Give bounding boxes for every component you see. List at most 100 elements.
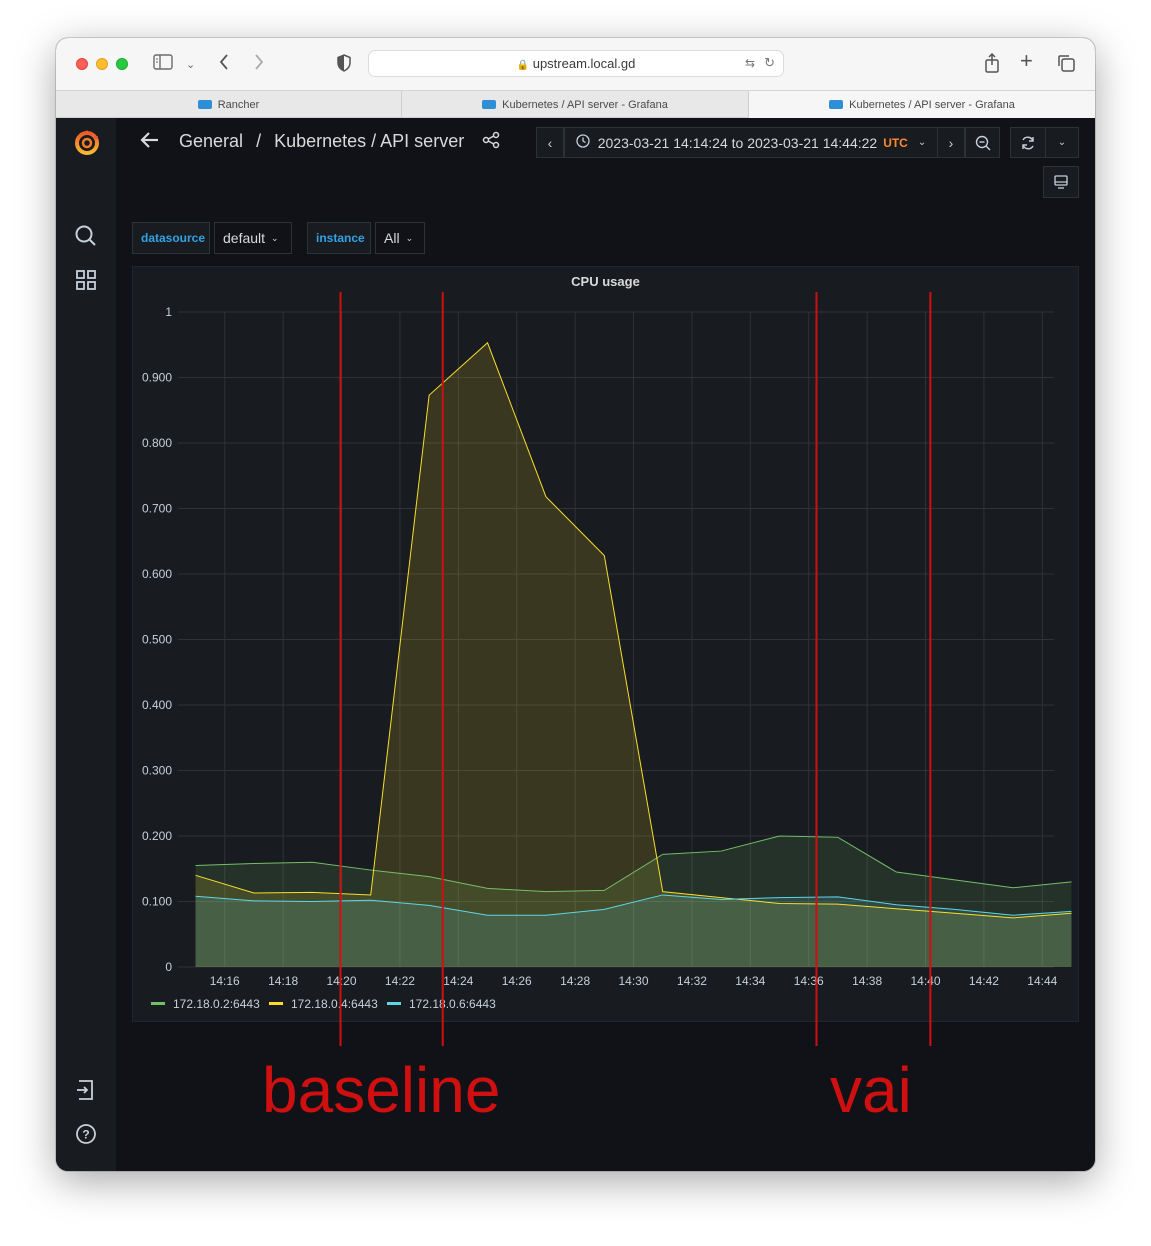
- y-tick-label: 1: [165, 305, 172, 319]
- chevron-down-icon: ⌄: [405, 232, 414, 243]
- rancher-logo-icon: [197, 100, 212, 109]
- lock-icon: 🔒: [516, 60, 530, 71]
- tv-mode-button[interactable]: [1043, 166, 1079, 198]
- browser-titlebar: ⌄ 🔒 upstream.local.gd ⇆ ↻ +: [56, 38, 1095, 90]
- y-tick-label: 0.700: [142, 502, 172, 516]
- legend-swatch: [151, 1002, 165, 1005]
- svg-text:?: ?: [82, 1128, 89, 1142]
- back-arrow-icon[interactable]: [140, 130, 160, 155]
- monitor-icon: [1054, 175, 1068, 189]
- x-tick-label: 14:18: [268, 974, 298, 988]
- chevron-down-icon: ⌄: [917, 137, 927, 148]
- x-tick-label: 14:40: [911, 974, 941, 988]
- address-bar[interactable]: 🔒 upstream.local.gd ⇆ ↻: [368, 50, 784, 77]
- var-value-text: default: [223, 230, 266, 246]
- x-tick-label: 14:36: [794, 974, 824, 988]
- rancher-logo-icon: [482, 100, 497, 109]
- translate-icon[interactable]: ⇆: [745, 56, 755, 70]
- timezone-badge: UTC: [883, 135, 908, 150]
- tab-grafana-2[interactable]: Kubernetes / API server - Grafana: [749, 91, 1095, 118]
- y-tick-label: 0.300: [142, 764, 172, 778]
- close-window-button[interactable]: [76, 58, 88, 70]
- x-tick-label: 14:32: [677, 974, 707, 988]
- share-icon[interactable]: [984, 52, 1000, 79]
- y-tick-label: 0.400: [142, 698, 172, 712]
- var-label-instance: instance: [307, 222, 371, 254]
- refresh-interval-dropdown[interactable]: ⌄: [1045, 127, 1079, 158]
- x-tick-label: 14:28: [560, 974, 590, 988]
- legend-label: 172.18.0.2:6443: [173, 997, 260, 1011]
- share-dashboard-icon[interactable]: [482, 131, 500, 154]
- breadcrumb-separator: /: [256, 131, 262, 151]
- var-select-instance[interactable]: All ⌄: [375, 222, 425, 254]
- grafana-app: ? General / Kubernetes / API server ‹ 20…: [56, 118, 1095, 1171]
- legend-label: 172.18.0.6:6443: [409, 997, 496, 1011]
- refresh-icon: [1022, 136, 1034, 149]
- legend-label: 172.18.0.4:6443: [291, 997, 378, 1011]
- new-tab-icon[interactable]: +: [1020, 50, 1033, 72]
- time-shift-back-button[interactable]: ‹: [536, 127, 564, 158]
- y-tick-label: 0.500: [142, 633, 172, 647]
- chevron-down-icon[interactable]: ⌄: [186, 55, 195, 75]
- y-tick-label: 0.100: [142, 895, 172, 909]
- var-value-text: All: [384, 230, 400, 246]
- legend-swatch: [269, 1002, 283, 1005]
- x-tick-label: 14:34: [735, 974, 765, 988]
- x-tick-label: 14:16: [210, 974, 240, 988]
- grafana-logo-icon[interactable]: [74, 128, 99, 155]
- rancher-logo-icon: [829, 100, 844, 109]
- y-tick-label: 0.600: [142, 567, 172, 581]
- var-label-datasource: datasource: [132, 222, 210, 254]
- dashboard-title[interactable]: Kubernetes / API server: [274, 131, 464, 151]
- y-tick-label: 0.200: [142, 829, 172, 843]
- tab-overview-icon[interactable]: [1057, 54, 1075, 78]
- y-tick-label: 0.900: [142, 371, 172, 385]
- minimize-window-button[interactable]: [96, 58, 108, 70]
- refresh-button[interactable]: [1010, 127, 1046, 158]
- y-tick-label: 0: [165, 960, 172, 974]
- x-tick-label: 14:42: [969, 974, 999, 988]
- clock-icon: [576, 134, 590, 151]
- annotation-vai-label: vai: [830, 1054, 912, 1126]
- dashboards-grid-icon[interactable]: [74, 268, 98, 292]
- grafana-sidemenu: ?: [56, 118, 116, 1171]
- x-tick-label: 14:24: [443, 974, 473, 988]
- annotation-baseline-label: baseline: [262, 1054, 501, 1126]
- x-tick-label: 14:38: [852, 974, 882, 988]
- x-tick-label: 14:26: [502, 974, 532, 988]
- url-label: upstream.local.gd: [532, 56, 636, 71]
- browser-window: ⌄ 🔒 upstream.local.gd ⇆ ↻ + Rancher Kube…: [56, 38, 1095, 1171]
- search-icon[interactable]: [74, 224, 98, 248]
- breadcrumb: General / Kubernetes / API server: [179, 131, 464, 152]
- zoom-out-button[interactable]: [965, 127, 1000, 158]
- tab-rancher[interactable]: Rancher: [56, 91, 402, 118]
- time-picker-button[interactable]: 2023-03-21 14:14:24 to 2023-03-21 14:44:…: [564, 127, 938, 158]
- tab-bar: Rancher Kubernetes / API server - Grafan…: [56, 90, 1095, 118]
- legend-swatch: [387, 1002, 401, 1005]
- url-text: 🔒 upstream.local.gd: [369, 56, 783, 71]
- x-tick-label: 14:20: [327, 974, 357, 988]
- tab-label: Kubernetes / API server - Grafana: [502, 98, 668, 111]
- reload-icon[interactable]: ↻: [764, 55, 775, 71]
- sign-in-icon[interactable]: [74, 1078, 98, 1102]
- zoom-out-icon: [975, 135, 990, 150]
- cpu-usage-chart: 0 0.100 0.200 0.300 0.400 0.500 0.600 0.700 0.80…: [142, 305, 1072, 1011]
- forward-icon[interactable]: [253, 53, 265, 77]
- cpu-usage-panel[interactable]: CPU usage 0 0.100 0.200 0.300 0.400 0.500 0.60…: [132, 266, 1079, 1022]
- zoom-window-button[interactable]: [116, 58, 128, 70]
- help-icon[interactable]: ?: [74, 1122, 98, 1146]
- privacy-shield-icon[interactable]: [336, 54, 352, 78]
- sidebar-toggle-icon[interactable]: [153, 54, 173, 76]
- y-tick-label: 0.800: [142, 436, 172, 450]
- var-select-datasource[interactable]: default ⌄: [214, 222, 292, 254]
- back-icon[interactable]: [218, 53, 230, 77]
- x-tick-label: 14:30: [619, 974, 649, 988]
- x-tick-label: 14:22: [385, 974, 415, 988]
- breadcrumb-folder[interactable]: General: [179, 131, 243, 151]
- tab-grafana-1[interactable]: Kubernetes / API server - Grafana: [402, 91, 749, 118]
- x-tick-label: 14:44: [1027, 974, 1057, 988]
- time-range-text: 2023-03-21 14:14:24 to 2023-03-21 14:44:…: [597, 134, 878, 151]
- chevron-down-icon: ⌄: [271, 232, 279, 243]
- time-shift-forward-button[interactable]: ›: [937, 127, 965, 158]
- tab-label: Rancher: [217, 98, 260, 111]
